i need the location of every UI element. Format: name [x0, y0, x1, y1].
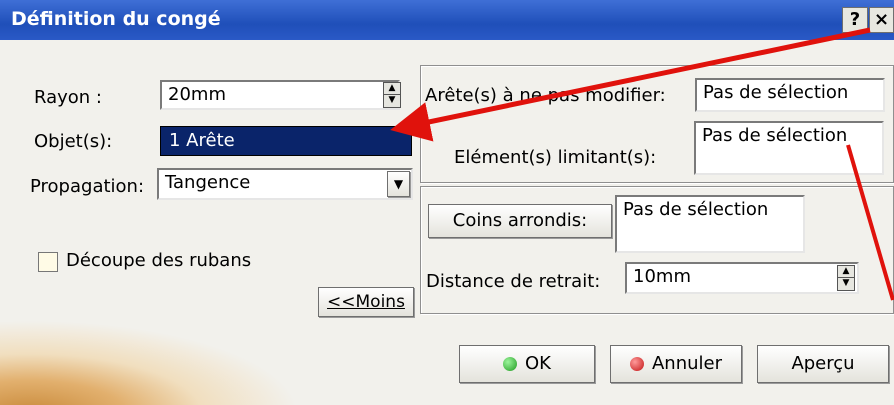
annotation-arrow	[846, 144, 894, 301]
dialog-window: Définition du congé ? × Rayon : 20mm ▲ ▼…	[0, 0, 894, 405]
annotation-arrow	[390, 27, 871, 142]
annotation-overlay	[390, 27, 894, 301]
